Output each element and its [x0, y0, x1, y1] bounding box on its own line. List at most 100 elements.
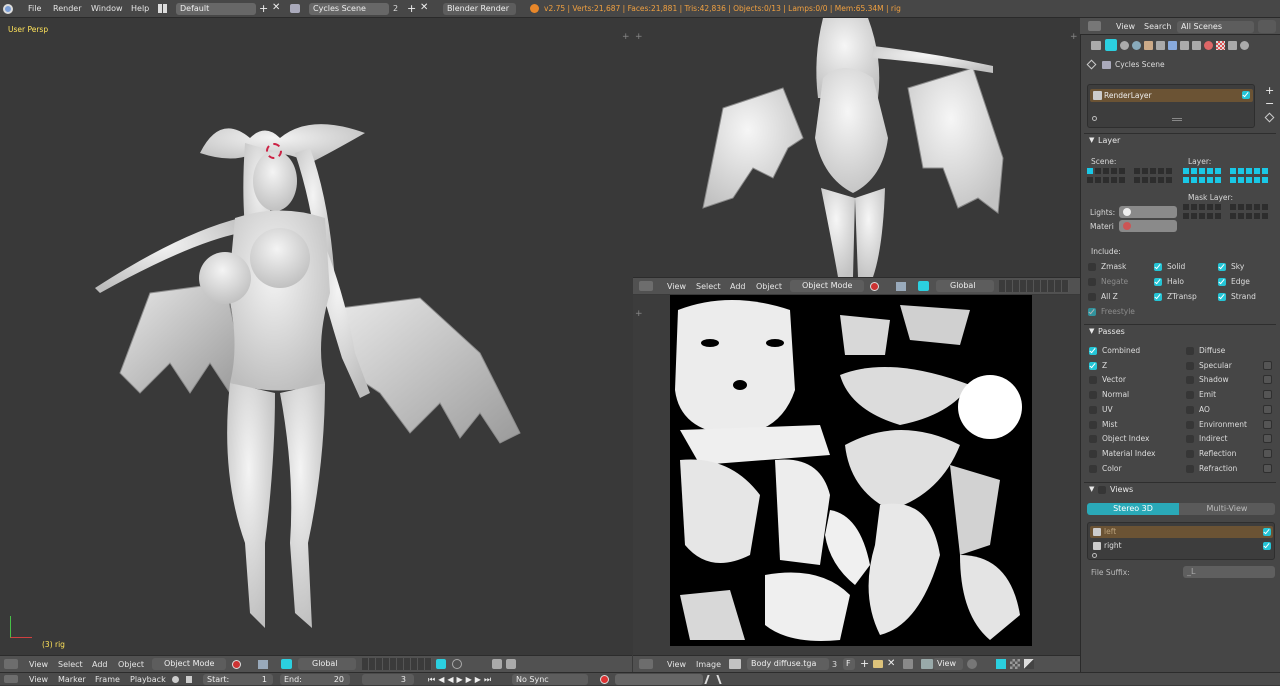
manipulator-icon[interactable]: [281, 659, 292, 669]
pass-diffuse-checkbox[interactable]: [1186, 347, 1194, 355]
pass-color-checkbox[interactable]: [1089, 464, 1097, 473]
pass-mist-checkbox[interactable]: [1089, 420, 1097, 429]
lock-icon[interactable]: [186, 676, 192, 683]
layer-toggle[interactable]: [1199, 168, 1205, 174]
layer-toggle[interactable]: [1166, 168, 1172, 174]
bone-tab-icon[interactable]: [1192, 41, 1201, 50]
render-tab-icon[interactable]: [1091, 41, 1101, 50]
character-model[interactable]: [80, 93, 530, 653]
search-icon[interactable]: [1258, 20, 1276, 33]
view-item-left[interactable]: left: [1090, 526, 1273, 538]
image-browse-icon[interactable]: [729, 659, 741, 669]
close-scene-icon[interactable]: ✕: [420, 2, 428, 13]
include-negate-checkbox[interactable]: [1088, 278, 1096, 286]
filter-icon[interactable]: [1092, 116, 1097, 121]
pivot-icon[interactable]: [896, 282, 906, 291]
open-image-icon[interactable]: [873, 660, 883, 668]
resize-grip-icon[interactable]: [1172, 118, 1182, 121]
playback-controls[interactable]: ⏮◀◀▶▶▶⏭: [428, 673, 494, 686]
delete-key-icon[interactable]: [716, 675, 728, 684]
corner-plus-icon[interactable]: +: [1070, 32, 1078, 42]
exclude-pass-icon[interactable]: [1263, 434, 1272, 444]
object-tab-icon[interactable]: [1144, 41, 1153, 50]
layer-toggle[interactable]: [1183, 213, 1189, 219]
layer-toggle[interactable]: [1183, 177, 1189, 183]
layer-toggle[interactable]: [1191, 204, 1197, 210]
layer-toggle[interactable]: [1119, 168, 1125, 174]
render-layer-name[interactable]: RenderLayer: [1104, 89, 1152, 102]
layer-toggle[interactable]: [1207, 168, 1213, 174]
layer-toggle[interactable]: [1238, 204, 1244, 210]
add-scene-icon[interactable]: +: [407, 2, 416, 15]
close-screen-icon[interactable]: ✕: [272, 2, 280, 13]
include-edge-checkbox[interactable]: [1218, 278, 1226, 286]
render-layer-item[interactable]: RenderLayer: [1090, 89, 1253, 102]
layer-toggle[interactable]: [1254, 213, 1260, 219]
pass-shadow-checkbox[interactable]: [1186, 376, 1194, 385]
particles-tab-icon[interactable]: [1228, 41, 1237, 50]
exclude-pass-icon[interactable]: [1263, 360, 1272, 370]
menu-help[interactable]: Help: [131, 0, 149, 18]
render-layers-tab-icon[interactable]: [1105, 39, 1117, 51]
layer-toggle[interactable]: [1158, 177, 1164, 183]
layer-toggle[interactable]: [1207, 204, 1213, 210]
passes-panel-header[interactable]: ▼ Passes: [1084, 324, 1276, 337]
layer-toggle[interactable]: [1111, 177, 1117, 183]
menu-marker[interactable]: Marker: [58, 673, 86, 686]
menu-image[interactable]: Image: [696, 656, 721, 673]
display-mode-icon[interactable]: [921, 659, 933, 669]
image-name-field[interactable]: Body diffuse.tga: [747, 658, 829, 670]
scene-layers-grid[interactable]: [1087, 168, 1177, 188]
layers-grid[interactable]: [999, 280, 1069, 292]
remove-layer-icon[interactable]: −: [1265, 97, 1274, 110]
layer-toggle[interactable]: [1238, 177, 1244, 183]
render-preview-icon[interactable]: [492, 659, 502, 669]
mode-select[interactable]: Object Mode: [152, 658, 226, 670]
include-zmask-checkbox[interactable]: [1088, 263, 1096, 271]
modifiers-tab-icon[interactable]: [1168, 41, 1177, 50]
pass-environment-checkbox[interactable]: [1186, 420, 1194, 429]
pivot-icon[interactable]: [258, 660, 268, 669]
scene-icon[interactable]: [290, 4, 300, 13]
unlink-image-icon[interactable]: ✕: [887, 658, 895, 669]
editor-type-icon[interactable]: [639, 281, 653, 291]
view-left-checkbox[interactable]: [1263, 528, 1271, 536]
layer-toggle[interactable]: [1238, 213, 1244, 219]
include-halo-checkbox[interactable]: [1154, 278, 1162, 286]
layer-toggle[interactable]: [1087, 168, 1093, 174]
exclude-pass-icon[interactable]: [1263, 390, 1272, 400]
layer-toggle[interactable]: [1215, 168, 1221, 174]
sync-select[interactable]: No Sync: [512, 674, 588, 685]
uv-image-editor[interactable]: +: [633, 295, 1080, 655]
menu-frame[interactable]: Frame: [95, 673, 120, 686]
scene-field[interactable]: Cycles Scene: [309, 3, 389, 15]
corner-plus-icon[interactable]: +: [635, 32, 643, 42]
exclude-pass-icon[interactable]: [1263, 375, 1272, 385]
include-all-z-checkbox[interactable]: [1088, 293, 1096, 301]
viewport-3d-main[interactable]: User Persp (3) rig +: [0, 18, 632, 655]
pin-icon[interactable]: [903, 659, 913, 669]
pass-combined-checkbox[interactable]: [1089, 347, 1097, 355]
layer-toggle[interactable]: [1215, 204, 1221, 210]
layer-toggle[interactable]: [1246, 168, 1252, 174]
editor-type-icon[interactable]: [639, 659, 653, 669]
editor-type-icon[interactable]: [4, 675, 18, 683]
layer-toggle[interactable]: [1207, 177, 1213, 183]
blender-logo-icon[interactable]: [3, 4, 13, 14]
snap-icon[interactable]: [452, 659, 462, 669]
corner-plus-icon[interactable]: +: [635, 309, 643, 319]
z-buffer-icon[interactable]: [1024, 659, 1034, 669]
layer-toggle[interactable]: [1207, 213, 1213, 219]
pass-reflection-checkbox[interactable]: [1186, 449, 1194, 458]
layer-toggle[interactable]: [1215, 213, 1221, 219]
pass-specular-checkbox[interactable]: [1186, 361, 1194, 370]
exclude-pass-icon[interactable]: [1263, 448, 1272, 458]
pass-material-index-checkbox[interactable]: [1089, 449, 1097, 458]
start-frame-field[interactable]: Start: 1: [203, 674, 273, 685]
current-frame-field[interactable]: 3: [362, 674, 414, 685]
include-freestyle-checkbox[interactable]: [1088, 308, 1096, 316]
fake-user-toggle[interactable]: F: [843, 658, 855, 670]
viewport-3d-back[interactable]: + +: [633, 18, 1080, 277]
layer-toggle[interactable]: [1191, 168, 1197, 174]
menu-object[interactable]: Object: [118, 656, 144, 673]
